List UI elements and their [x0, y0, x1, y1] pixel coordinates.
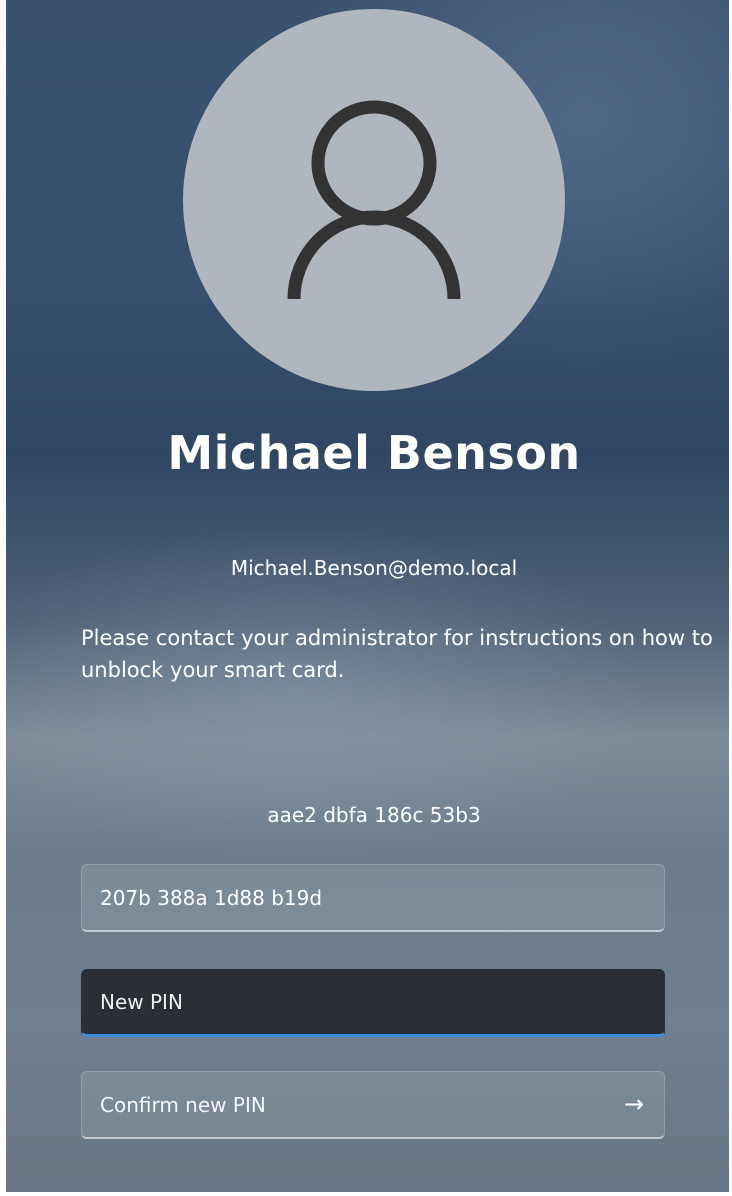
new-pin-field[interactable] — [81, 969, 665, 1037]
user-name: Michael Benson — [167, 426, 581, 480]
challenge-code: aae2 dbfa 186c 53b3 — [267, 803, 481, 827]
confirm-pin-input[interactable] — [82, 1072, 664, 1137]
user-avatar — [183, 9, 565, 391]
person-icon — [287, 100, 461, 300]
lock-screen: Michael Benson Michael.Benson@demo.local… — [6, 0, 729, 1192]
submit-arrow-icon[interactable]: → — [614, 1084, 654, 1124]
unblock-instructions: Please contact your administrator for in… — [81, 626, 713, 682]
response-field[interactable] — [81, 864, 665, 932]
user-email: Michael.Benson@demo.local — [230, 556, 518, 580]
new-pin-input[interactable] — [82, 970, 664, 1034]
response-input[interactable] — [82, 865, 664, 930]
confirm-pin-field[interactable]: → — [81, 1071, 665, 1139]
